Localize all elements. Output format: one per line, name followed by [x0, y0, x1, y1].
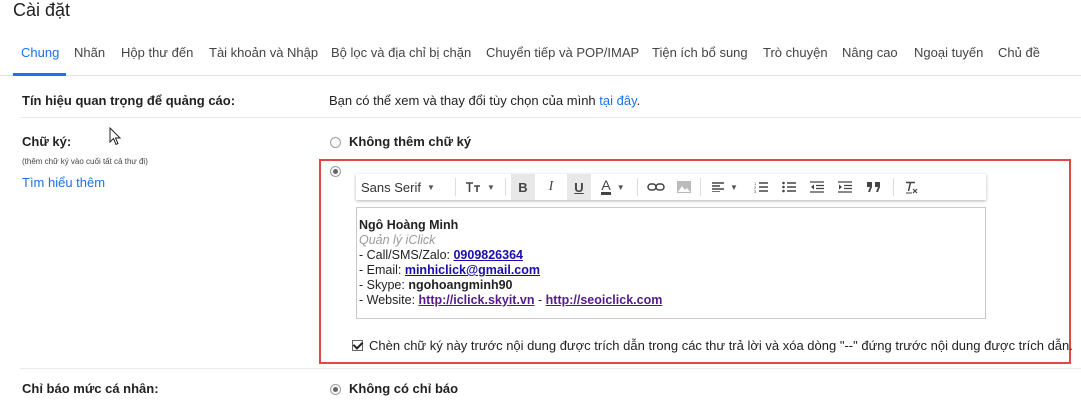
ads-signal-text: Bạn có thể xem và thay đổi tùy chọn của …: [329, 93, 596, 108]
no-signature-label[interactable]: Không thêm chữ ký: [349, 134, 471, 149]
chevron-down-icon: ▼: [730, 182, 738, 192]
insert-before-quote-checkbox[interactable]: [352, 340, 363, 351]
ads-signal-value: Bạn có thể xem và thay đổi tùy chọn của …: [329, 93, 640, 108]
tab-advanced[interactable]: Nâng cao: [842, 45, 898, 60]
tab-forwarding-pop-imap[interactable]: Chuyển tiếp và POP/IMAP: [486, 45, 639, 60]
bulleted-list-icon: [782, 181, 796, 193]
tab-accounts-import[interactable]: Tài khoản và Nhập: [209, 45, 318, 60]
website-prefix: - Website:: [359, 293, 419, 307]
tab-offline[interactable]: Ngoại tuyến: [914, 45, 983, 60]
toolbar-divider: [455, 178, 456, 196]
toolbar-divider: [893, 178, 894, 196]
tab-themes[interactable]: Chủ đề: [998, 45, 1040, 60]
image-button[interactable]: [672, 174, 696, 200]
ads-signal-label: Tín hiệu quan trọng để quảng cáo:: [22, 93, 236, 108]
italic-button[interactable]: I: [539, 174, 563, 200]
align-left-icon: [712, 182, 725, 192]
tab-general[interactable]: Chung: [21, 45, 59, 60]
ads-signal-link[interactable]: tại đây: [599, 93, 636, 108]
quote-button[interactable]: [862, 174, 886, 200]
signature-skype-line: - Skype: ngohoangminh90: [359, 278, 662, 293]
font-size-select[interactable]: ▼: [459, 174, 501, 200]
toolbar-divider: [637, 178, 638, 196]
website-link-1[interactable]: http://iclick.skyit.vn: [419, 293, 535, 307]
learn-more-link[interactable]: Tìm hiểu thêm: [22, 175, 105, 190]
no-indicator-radio[interactable]: [330, 384, 341, 395]
underline-button[interactable]: U: [567, 174, 591, 200]
outdent-button[interactable]: [805, 174, 829, 200]
tab-addons[interactable]: Tiện ích bổ sung: [652, 45, 748, 60]
signature-radio[interactable]: [330, 166, 341, 177]
font-size-icon: [466, 182, 481, 192]
link-icon: [647, 183, 665, 191]
signature-name: Ngô Hoàng Minh: [359, 218, 459, 232]
signature-note: (thêm chữ ký vào cuối tất cả thư đi): [22, 157, 148, 166]
phone-prefix: - Call/SMS/Zalo:: [359, 248, 454, 262]
tab-chat[interactable]: Trò chuyện: [763, 45, 828, 60]
active-tab-indicator: [13, 73, 66, 76]
website-link-2[interactable]: http://seoiclick.com: [546, 293, 663, 307]
svg-text:3: 3: [754, 189, 757, 193]
skype-prefix: - Skype:: [359, 278, 409, 292]
insert-before-quote-label[interactable]: Chèn chữ ký này trước nội dung được tríc…: [369, 338, 1073, 353]
link-button[interactable]: [644, 174, 668, 200]
ads-signal-suffix: .: [636, 93, 641, 108]
skype-id: ngohoangminh90: [408, 278, 513, 292]
chevron-down-icon: ▼: [426, 182, 435, 192]
outdent-icon: [810, 181, 824, 193]
website-separator: -: [534, 293, 546, 307]
align-button[interactable]: ▼: [706, 174, 744, 200]
numbered-list-button[interactable]: 123: [749, 174, 773, 200]
signature-phone-line: - Call/SMS/Zalo: 0909826364: [359, 248, 662, 263]
tab-inbox[interactable]: Hộp thư đến: [121, 45, 193, 60]
page-title: Cài đặt: [13, 0, 71, 20]
toolbar-divider: [505, 178, 506, 196]
personal-level-label: Chỉ báo mức cá nhân:: [22, 381, 159, 396]
no-signature-radio[interactable]: [330, 137, 341, 148]
signature-email-line: - Email: minhiclick@gmail.com: [359, 263, 662, 278]
clear-formatting-icon: [906, 181, 918, 193]
row-divider: [20, 368, 1081, 369]
bold-button[interactable]: B: [511, 174, 535, 200]
remove-formatting-button[interactable]: [900, 174, 924, 200]
email-prefix: - Email:: [359, 263, 405, 277]
bulleted-list-button[interactable]: [777, 174, 801, 200]
signature-content: Ngô Hoàng Minh Quản lý iClick - Call/SMS…: [359, 218, 662, 308]
text-color-button[interactable]: A ▼: [594, 174, 632, 200]
settings-tabs: Chung Nhãn Hộp thư đến Tài khoản và Nhập…: [0, 32, 1081, 76]
text-color-icon: A: [601, 177, 611, 195]
font-family-value: Sans Serif: [361, 179, 421, 195]
quote-icon: [867, 182, 880, 192]
tab-labels[interactable]: Nhãn: [74, 45, 105, 60]
tab-filters-blocked[interactable]: Bộ lọc và địa chỉ bị chặn: [331, 45, 471, 60]
signature-label: Chữ ký:: [22, 134, 72, 149]
image-icon: [677, 181, 691, 193]
numbered-list-icon: 123: [754, 181, 768, 193]
no-indicator-label[interactable]: Không có chỉ báo: [349, 381, 458, 396]
signature-toolbar: Sans Serif ▼ ▼ B I U A ▼ ▼ 123: [356, 174, 986, 200]
email-link[interactable]: minhiclick@gmail.com: [405, 263, 540, 277]
signature-editor[interactable]: Ngô Hoàng Minh Quản lý iClick - Call/SMS…: [356, 207, 986, 319]
signature-role: Quản lý iClick: [359, 233, 436, 247]
indent-button[interactable]: [833, 174, 857, 200]
font-family-select[interactable]: Sans Serif ▼: [356, 174, 452, 200]
row-divider: [20, 117, 1081, 118]
mouse-cursor-icon: [109, 127, 122, 146]
chevron-down-icon: ▼: [616, 182, 625, 192]
signature-website-line: - Website: http://iclick.skyit.vn - http…: [359, 293, 662, 308]
phone-link[interactable]: 0909826364: [453, 248, 523, 262]
chevron-down-icon: ▼: [487, 182, 495, 192]
toolbar-divider: [700, 178, 701, 196]
indent-icon: [838, 181, 852, 193]
